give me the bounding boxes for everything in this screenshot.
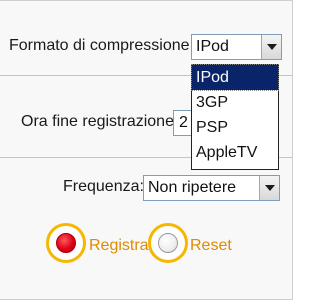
reset-button[interactable] [148, 223, 188, 263]
compression-label: Formato di compressione: [9, 37, 194, 54]
compression-dropdown-list: IPod 3GP PSP AppleTV [191, 64, 279, 170]
option-ipod[interactable]: IPod [191, 64, 279, 91]
option-appletv[interactable]: AppleTV [192, 140, 278, 165]
frequency-row: Frequenza: Non ripetere Registra Reset [0, 157, 292, 300]
option-3gp[interactable]: 3GP [192, 90, 278, 115]
reset-circle-icon [158, 233, 178, 253]
record-button[interactable] [46, 223, 86, 263]
record-dot-icon [56, 233, 76, 253]
reset-button-label[interactable]: Reset [190, 237, 232, 255]
frequency-select[interactable]: Non ripetere [143, 175, 280, 201]
frequency-select-value: Non ripetere [148, 179, 237, 196]
frequency-label: Frequenza: [63, 178, 144, 195]
chevron-down-icon[interactable] [261, 35, 281, 59]
end-time-label: Ora fine registrazione: [21, 113, 179, 130]
end-time-value: 2 [179, 114, 188, 131]
compression-select[interactable]: IPod [191, 34, 282, 60]
option-psp[interactable]: PSP [192, 115, 278, 140]
compression-select-value: IPod [196, 38, 229, 55]
chevron-down-icon[interactable] [259, 176, 279, 200]
record-button-label[interactable]: Registra [89, 237, 149, 255]
